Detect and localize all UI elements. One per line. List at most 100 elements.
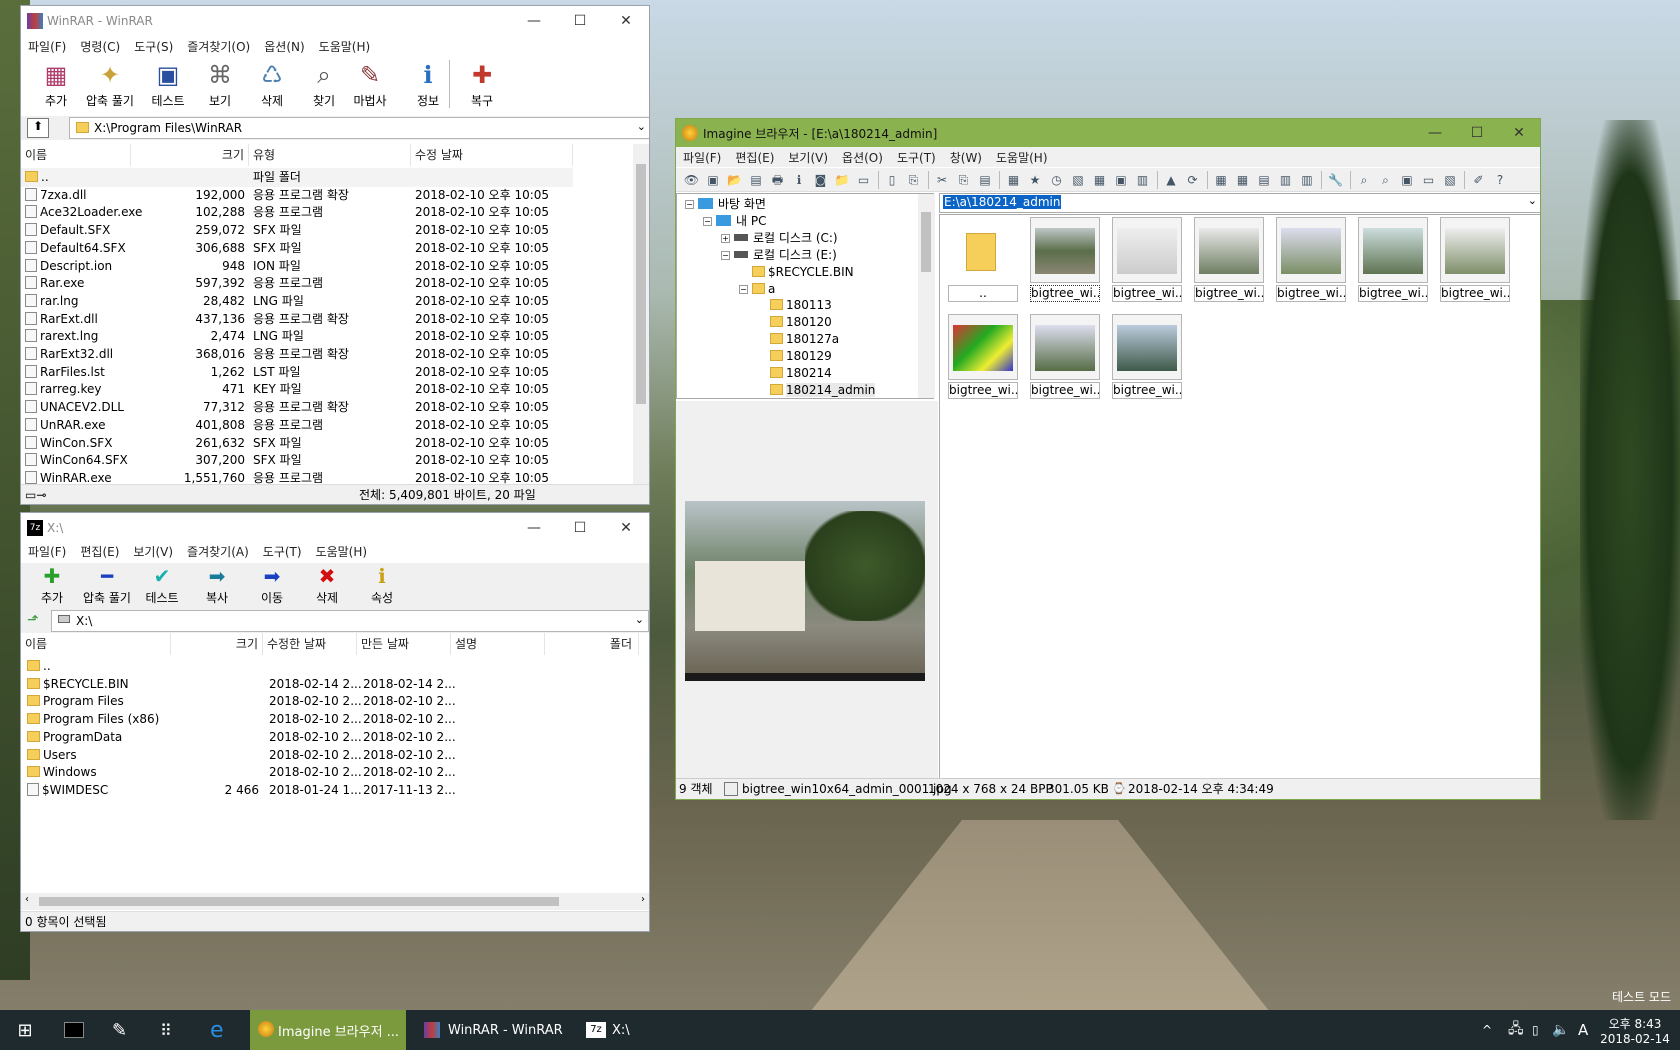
- table-row[interactable]: RarExt32.dll 368,016 응용 프로그램 확장 2018-02-10 …: [21, 345, 633, 364]
- cmd-icon[interactable]: [64, 1010, 88, 1050]
- network-icon[interactable]: 🖧: [1508, 1010, 1524, 1050]
- toolbar-tool-icon[interactable]: ◷: [1047, 171, 1066, 189]
- toolbar-tool-icon[interactable]: ⟳: [1183, 171, 1202, 189]
- path-dropdown[interactable]: X:\ ⌄: [51, 610, 649, 632]
- table-row[interactable]: Users 2018-02-10 2... 2018-02-10 2...: [21, 746, 649, 765]
- toolbar-tool-icon[interactable]: ▧: [1069, 171, 1088, 189]
- table-row[interactable]: Descript.ion 948 ION 파일 2018-02-10 오후 10:05: [21, 257, 633, 276]
- toolbar-tool-icon[interactable]: ▭: [854, 171, 873, 189]
- image-thumbnail[interactable]: [1112, 314, 1182, 380]
- menu-item[interactable]: 파일(F): [21, 38, 73, 55]
- menu-item[interactable]: 도움말(H): [989, 149, 1055, 166]
- table-row[interactable]: UnRAR.exe 401,808 응용 프로그램 2018-02-10 오후 10:…: [21, 416, 633, 435]
- toolbar-tool-icon[interactable]: ★: [1026, 171, 1045, 189]
- address-bar[interactable]: E:\a\180214_admin ⌄: [939, 193, 1540, 213]
- image-thumbnail[interactable]: [1276, 217, 1346, 283]
- up-folder-button[interactable]: ⬆: [27, 118, 49, 138]
- tray-chevron-icon[interactable]: ^: [1482, 1010, 1492, 1050]
- toolbar-button[interactable]: ✖ 삭제: [300, 563, 354, 606]
- table-row[interactable]: Ace32Loader.exe 102,288 응용 프로그램 2018-02-10 …: [21, 203, 633, 222]
- chevron-down-icon[interactable]: ⌄: [635, 613, 644, 626]
- tree-item[interactable]: − 내 PC: [703, 213, 766, 230]
- usb-icon[interactable]: ▯: [1532, 1010, 1539, 1050]
- thumbnail-label[interactable]: bigtree_wi...: [1194, 285, 1264, 302]
- thumbnail-label[interactable]: bigtree_wi...: [1276, 285, 1346, 302]
- menu-item[interactable]: 도움말(H): [312, 38, 378, 55]
- table-row[interactable]: Default64.SFX 306,688 SFX 파일 2018-02-10 오후 …: [21, 239, 633, 258]
- col-type[interactable]: 유형: [249, 144, 411, 166]
- taskbar-item-7zip[interactable]: 7z X:\: [580, 1010, 690, 1050]
- maximize-button[interactable]: ☐: [557, 513, 603, 543]
- menu-item[interactable]: 편집(E): [73, 543, 126, 560]
- table-row[interactable]: Rar.exe 597,392 응용 프로그램 2018-02-10 오후 10:05: [21, 274, 633, 293]
- expand-toggle-icon[interactable]: −: [685, 200, 694, 209]
- tree-item[interactable]: 180214: [757, 365, 832, 382]
- thumbnail-label[interactable]: bigtree_wi...: [1030, 382, 1100, 399]
- col-name[interactable]: 이름: [21, 633, 171, 655]
- toolbar-tool-icon[interactable]: 🖶: [768, 171, 787, 189]
- toolbar-tool-icon[interactable]: ▦: [1233, 171, 1252, 189]
- tree-item[interactable]: − a: [739, 281, 775, 298]
- table-row[interactable]: rarreg.key 471 KEY 파일 2018-02-10 오후 10:05: [21, 380, 633, 399]
- table-row[interactable]: WinCon.SFX 261,632 SFX 파일 2018-02-10 오후 10:…: [21, 434, 633, 453]
- thumbnail-label[interactable]: bigtree_wi...: [1030, 285, 1100, 302]
- table-row[interactable]: $RECYCLE.BIN 2018-02-14 2... 2018-02-14 2.…: [21, 675, 649, 694]
- table-row[interactable]: rar.lng 28,482 LNG 파일 2018-02-10 오후 10:05: [21, 292, 633, 311]
- col-comment[interactable]: 설명: [451, 633, 545, 655]
- table-row[interactable]: ProgramData 2018-02-10 2... 2018-02-10 2..…: [21, 728, 649, 747]
- imagine-titlebar[interactable]: Imagine 브라우저 - [E:\a\180214_admin] — ☐ ✕: [676, 119, 1540, 147]
- taskbar-item-winrar[interactable]: WinRAR - WinRAR: [418, 1010, 568, 1050]
- internet-explorer-icon[interactable]: e: [210, 1010, 234, 1050]
- toolbar-tool-icon[interactable]: ⌕: [1355, 171, 1374, 189]
- table-row[interactable]: Default.SFX 259,072 SFX 파일 2018-02-10 오후 10…: [21, 221, 633, 240]
- toolbar-tool-icon[interactable]: ℹ: [790, 171, 809, 189]
- close-button[interactable]: ✕: [603, 513, 649, 543]
- table-row[interactable]: WinRAR.exe 1,551,760 응용 프로그램 2018-02-10 오후 …: [21, 469, 633, 484]
- toolbar-tool-icon[interactable]: ▤: [1255, 171, 1274, 189]
- toolbar-tool-icon[interactable]: 🔧: [1326, 171, 1345, 189]
- menu-item[interactable]: 즐겨찾기(O): [180, 38, 257, 55]
- ime-indicator[interactable]: A: [1578, 1010, 1588, 1050]
- tree-item[interactable]: 180214_admin: [757, 382, 876, 398]
- image-thumbnail[interactable]: [1030, 217, 1100, 283]
- toolbar-button[interactable]: ▣ 테스트: [141, 58, 195, 109]
- menu-item[interactable]: 도움말(H): [309, 543, 375, 560]
- toolbar-button[interactable]: ━ 압축 풀기: [80, 563, 134, 606]
- horizontal-scrollbar[interactable]: ‹ ›: [21, 893, 649, 910]
- toolbar-button[interactable]: ✎ 마법사: [343, 58, 397, 109]
- maximize-button[interactable]: ☐: [1456, 119, 1498, 147]
- table-row[interactable]: ..: [21, 657, 649, 676]
- toolbar-tool-icon[interactable]: ▤: [976, 171, 995, 189]
- table-row[interactable]: Program Files (x86) 2018-02-10 2... 2018-0…: [21, 710, 649, 729]
- parent-folder-thumbnail[interactable]: [948, 217, 1018, 287]
- toolbar-tool-icon[interactable]: ▦: [1004, 171, 1023, 189]
- notepad-icon[interactable]: ✎: [112, 1010, 136, 1050]
- col-modified[interactable]: 수정한 날짜: [263, 633, 357, 655]
- tree-item[interactable]: 180127a: [757, 331, 839, 348]
- table-row[interactable]: rarext.lng 2,474 LNG 파일 2018-02-10 오후 10:05: [21, 327, 633, 346]
- grid-app-icon[interactable]: ⠿: [160, 1010, 184, 1050]
- col-created[interactable]: 만든 날짜: [357, 633, 451, 655]
- image-thumbnail[interactable]: [1112, 217, 1182, 283]
- menu-item[interactable]: 도구(T): [890, 149, 943, 166]
- menu-item[interactable]: 옵션(N): [257, 38, 311, 55]
- tree-item[interactable]: − 로컬 디스크 (E:): [721, 247, 837, 264]
- col-name[interactable]: 이름: [21, 144, 131, 166]
- image-thumbnail[interactable]: [948, 314, 1018, 380]
- table-row[interactable]: Windows 2018-02-10 2... 2018-02-10 2...: [21, 763, 649, 782]
- table-row[interactable]: $WIMDESC 2 466 2018-01-24 1... 2017-11-13 2…: [21, 781, 649, 800]
- up-arrow-icon[interactable]: ⬏: [27, 612, 39, 628]
- thumbnail-label[interactable]: bigtree_wi...: [1440, 285, 1510, 302]
- table-row[interactable]: 7zxa.dll 192,000 응용 프로그램 확장 2018-02-10 오후 1…: [21, 186, 633, 205]
- menu-item[interactable]: 보기(V): [781, 149, 835, 166]
- toolbar-tool-icon[interactable]: ✂: [933, 171, 952, 189]
- toolbar-tool-icon[interactable]: 📂: [725, 171, 744, 189]
- menu-item[interactable]: 편집(E): [728, 149, 781, 166]
- close-button[interactable]: ✕: [603, 6, 649, 36]
- close-button[interactable]: ✕: [1498, 119, 1540, 147]
- col-size[interactable]: 크기: [171, 633, 263, 655]
- toolbar-button[interactable]: ✔ 테스트: [135, 563, 189, 606]
- menu-item[interactable]: 즐겨찾기(A): [180, 543, 256, 560]
- table-row[interactable]: RarExt.dll 437,136 응용 프로그램 확장 2018-02-10 오후…: [21, 310, 633, 329]
- toolbar-tool-icon[interactable]: ▲: [1162, 171, 1181, 189]
